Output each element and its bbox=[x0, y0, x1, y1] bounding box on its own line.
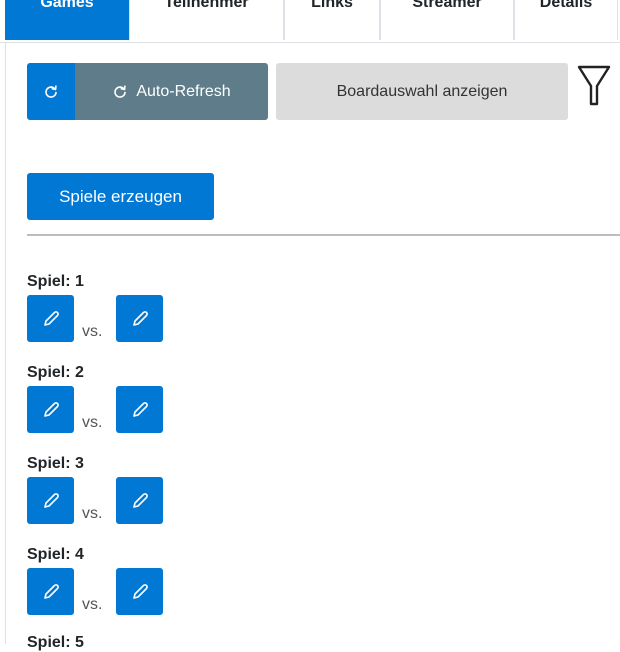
tab-details[interactable]: Details bbox=[514, 0, 618, 40]
auto-refresh-button[interactable]: Auto-Refresh bbox=[75, 63, 268, 120]
vs-label: vs. bbox=[82, 596, 103, 613]
refresh-icon bbox=[45, 84, 57, 98]
game-title: Spiel: 2 bbox=[27, 364, 84, 381]
tab-streamer[interactable]: Streamer bbox=[380, 0, 514, 40]
auto-refresh-label: Auto-Refresh bbox=[136, 82, 231, 100]
pencil-icon bbox=[132, 401, 148, 417]
divider bbox=[27, 234, 620, 236]
game-item: Spiel: 2 vs. bbox=[27, 364, 327, 444]
pencil-icon bbox=[132, 583, 148, 599]
tab-links[interactable]: Links bbox=[284, 0, 380, 40]
edit-player-button[interactable] bbox=[27, 477, 74, 524]
pencil-icon bbox=[43, 583, 59, 599]
vs-label: vs. bbox=[82, 323, 103, 340]
game-item: Spiel: 1 vs. bbox=[27, 273, 327, 353]
game-title: Spiel: 1 bbox=[27, 273, 84, 290]
game-title: Spiel: 3 bbox=[27, 455, 84, 472]
create-games-button[interactable]: Spiele erzeugen bbox=[27, 173, 214, 220]
edit-player-button[interactable] bbox=[27, 568, 74, 615]
pencil-icon bbox=[43, 310, 59, 326]
tab-teilnehmer[interactable]: Teilnehmer bbox=[129, 0, 284, 40]
edit-player-button[interactable] bbox=[116, 477, 163, 524]
refresh-icon bbox=[114, 84, 127, 98]
edit-player-button[interactable] bbox=[116, 386, 163, 433]
game-title: Spiel: 5 bbox=[27, 634, 84, 651]
edit-player-button[interactable] bbox=[116, 295, 163, 342]
tab-games[interactable]: Games bbox=[5, 0, 129, 40]
edit-player-button[interactable] bbox=[116, 568, 163, 615]
edit-player-button[interactable] bbox=[27, 386, 74, 433]
pencil-icon bbox=[132, 492, 148, 508]
vs-label: vs. bbox=[82, 505, 103, 522]
refresh-button[interactable] bbox=[27, 63, 75, 120]
edit-player-button[interactable] bbox=[27, 295, 74, 342]
filter-icon[interactable] bbox=[577, 64, 611, 108]
pencil-icon bbox=[132, 310, 148, 326]
game-title: Spiel: 4 bbox=[27, 546, 84, 563]
board-selection-button[interactable]: Boardauswahl anzeigen bbox=[276, 63, 568, 120]
content-border bbox=[5, 42, 6, 644]
pencil-icon bbox=[43, 401, 59, 417]
pencil-icon bbox=[43, 492, 59, 508]
vs-label: vs. bbox=[82, 414, 103, 431]
game-item: Spiel: 4 vs. bbox=[27, 546, 327, 626]
game-item: Spiel: 3 vs. bbox=[27, 455, 327, 535]
tab-bar: Games Teilnehmer Links Streamer Details bbox=[0, 0, 620, 43]
